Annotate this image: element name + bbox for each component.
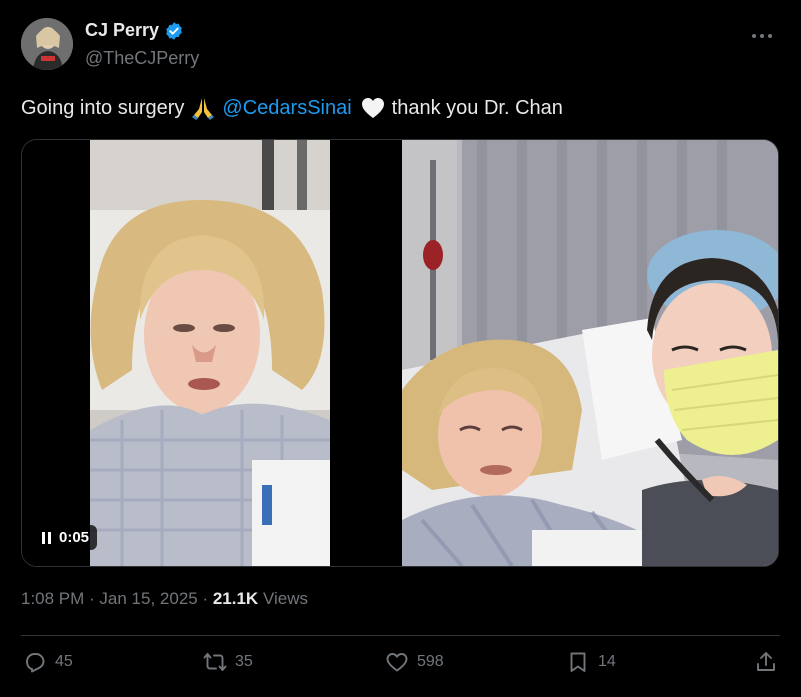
meta-separator: · <box>197 589 213 608</box>
repost-button[interactable]: 35 <box>203 650 253 674</box>
bookmark-icon <box>570 652 586 672</box>
video-frame <box>22 140 398 566</box>
meta-separator: · <box>84 589 100 608</box>
media-grid: 0:05 <box>21 139 779 567</box>
tweet-text-part2: thank you Dr. Chan <box>391 96 563 119</box>
mention-link[interactable]: @CedarsSinai <box>222 97 351 120</box>
author-handle[interactable]: @TheCJPerry <box>85 48 199 69</box>
video-thumbnail[interactable]: 0:05 <box>22 140 398 566</box>
video-time: 0:05 <box>59 529 90 546</box>
pause-icon[interactable] <box>42 531 51 544</box>
avatar[interactable] <box>21 18 73 70</box>
repost-count: 35 <box>235 653 253 670</box>
like-button[interactable]: 598 <box>385 650 444 674</box>
action-bar: 45 35 598 14 <box>21 650 780 682</box>
repost-icon <box>203 653 227 671</box>
bookmark-button[interactable]: 14 <box>566 650 616 674</box>
tweet-text: Going into surgery @CedarsSinai thank yo… <box>21 95 563 121</box>
like-icon <box>386 653 408 672</box>
views-count[interactable]: 21.1K <box>213 589 258 608</box>
verified-icon <box>166 21 182 40</box>
share-icon <box>757 652 775 671</box>
author-name-row[interactable]: CJ Perry <box>85 20 184 41</box>
photo-thumbnail[interactable] <box>402 140 778 566</box>
bookmark-count: 14 <box>598 653 616 670</box>
display-name[interactable]: CJ Perry <box>85 20 159 41</box>
reply-button[interactable]: 45 <box>23 650 73 674</box>
avatar-photo <box>21 18 73 70</box>
share-button[interactable] <box>754 650 778 674</box>
divider <box>21 635 780 636</box>
tweet-meta: 1:08 PM · Jan 15, 2025 · 21.1K Views <box>21 589 308 609</box>
photo-frame <box>402 140 778 566</box>
like-count: 598 <box>417 653 444 670</box>
tweet-date[interactable]: Jan 15, 2025 <box>99 589 197 608</box>
folded-hands-emoji <box>192 98 215 120</box>
tweet-time[interactable]: 1:08 PM <box>21 589 84 608</box>
views-label: Views <box>258 589 308 608</box>
tweet-text-part1: Going into surgery <box>21 96 185 119</box>
more-icon[interactable] <box>751 22 773 45</box>
white-heart-emoji <box>361 98 384 118</box>
reply-count: 45 <box>55 653 73 670</box>
video-timer-badge[interactable]: 0:05 <box>34 525 98 550</box>
reply-icon <box>26 653 45 673</box>
